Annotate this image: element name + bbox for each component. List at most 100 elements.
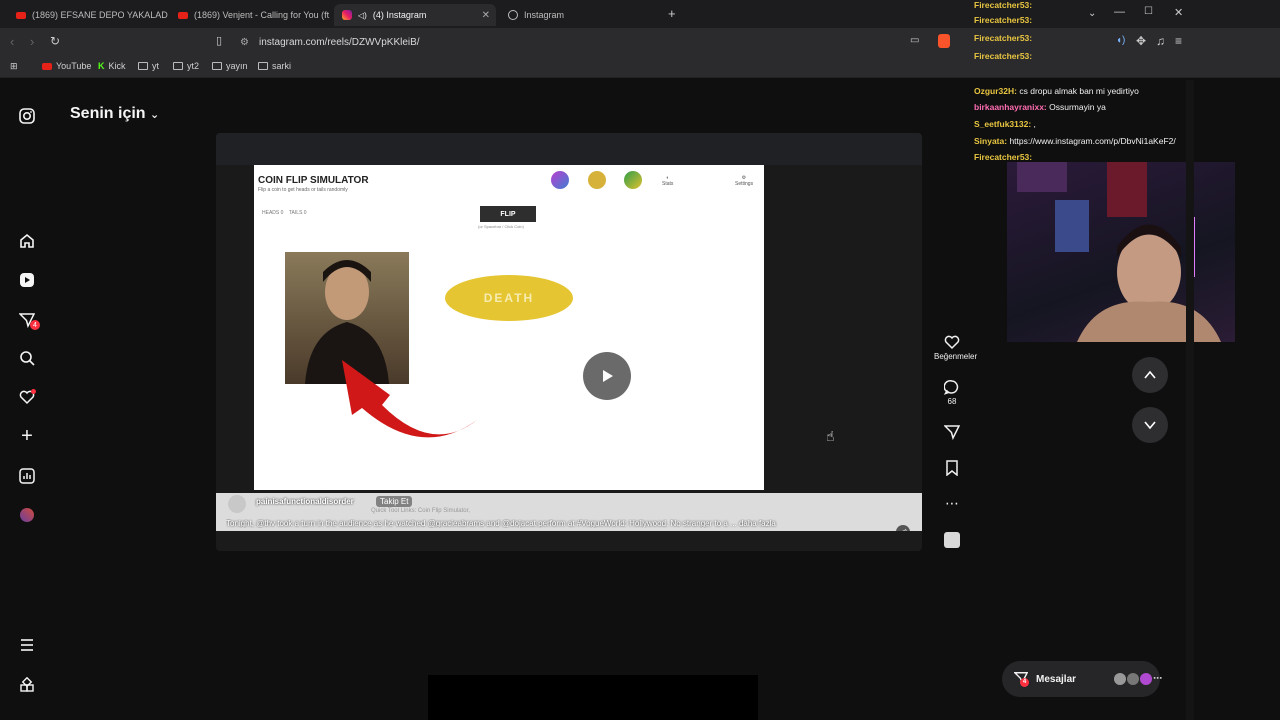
like-button[interactable]: Beğenmeler xyxy=(934,334,978,361)
media-icon[interactable]: ♫ xyxy=(1156,34,1165,48)
new-tab-button[interactable]: + xyxy=(668,6,676,21)
apps-icon[interactable]: ⊞ xyxy=(10,61,18,72)
heads-counter: HEADS 0 TAILS 0 xyxy=(262,210,307,216)
messages-badge: 4 xyxy=(1020,677,1029,687)
poster-avatar[interactable] xyxy=(228,495,246,513)
chat-line: S_eetfuk3132: , xyxy=(974,119,1036,129)
chat-scrollbar[interactable] xyxy=(1186,80,1194,720)
poster-username[interactable]: painisafunctionaldisorder xyxy=(256,497,354,506)
reload-icon[interactable]: ↻ xyxy=(50,34,60,48)
previous-reel-button[interactable] xyxy=(1132,357,1168,393)
reel-video-player[interactable]: COIN FLIP SIMULATOR Flip a coin to get h… xyxy=(216,133,922,551)
chat-username: Sinyata: xyxy=(974,136,1008,146)
audio-thumbnail[interactable] xyxy=(934,532,970,550)
coin-style-2-icon xyxy=(588,171,606,189)
bookmark-label: Kick xyxy=(108,61,126,71)
chat-username: Ozgur32H: xyxy=(974,86,1017,96)
messages-label: Mesajlar xyxy=(1036,673,1077,685)
bookmark-label: yayın xyxy=(226,61,248,71)
chat-message: cs dropu almak ban mi yedirtiyo xyxy=(1019,86,1139,96)
browser-menu-icon[interactable]: ≡ xyxy=(1175,34,1182,48)
kick-icon: K xyxy=(98,61,105,71)
more-options-icon[interactable]: ⋯ xyxy=(934,495,970,512)
chevron-down-icon: ⌄ xyxy=(150,109,160,121)
cast-icon[interactable]: ▭ xyxy=(910,35,919,46)
tab-youtube-2[interactable]: (1869) Venjent - Calling for You (ft. C xyxy=(170,4,330,26)
messages-icon: 4 xyxy=(1013,671,1029,688)
bookmark-folder-yt2[interactable]: yt2 xyxy=(173,61,199,71)
profile-avatar[interactable] xyxy=(18,506,36,524)
minimize-icon[interactable]: — xyxy=(1114,6,1125,18)
chat-line: Ozgur32H: cs dropu almak ban mi yedirtiy… xyxy=(974,86,1139,96)
instagram-icon xyxy=(342,10,352,20)
chat-line: Firecatcher53: xyxy=(974,0,1032,10)
bookmark-folder-sarki[interactable]: sarki xyxy=(258,61,291,71)
home-icon[interactable] xyxy=(18,232,36,250)
play-button[interactable] xyxy=(583,352,631,400)
heads-label: HEADS xyxy=(262,210,280,216)
more-apps-icon[interactable] xyxy=(18,676,36,694)
caption-text[interactable]: Tonight, @thv took a turn in the audienc… xyxy=(226,519,916,528)
bookmark-label: yt2 xyxy=(187,61,200,71)
coin-flip-simulator-screen: COIN FLIP SIMULATOR Flip a coin to get h… xyxy=(254,165,764,490)
bookmark-folder-yt[interactable]: yt xyxy=(138,61,159,71)
bookmark-kick[interactable]: K Kick xyxy=(98,61,126,71)
youtube-icon xyxy=(16,11,26,19)
comment-button[interactable]: 68 xyxy=(934,379,970,406)
stats-button: ◐ Stats xyxy=(662,175,674,187)
back-icon[interactable]: ‹ xyxy=(10,34,14,49)
create-plus-icon[interactable]: + xyxy=(18,425,36,447)
next-reel-button[interactable] xyxy=(1132,407,1168,443)
direct-messages-icon[interactable]: 4 xyxy=(18,311,40,330)
chat-line: Sinyata: https://www.instagram.com/p/Dbv… xyxy=(974,136,1176,146)
close-tab-icon[interactable]: ✕ xyxy=(482,10,490,21)
brave-shield-icon[interactable] xyxy=(938,34,950,48)
tab-search-icon[interactable]: ⌄ xyxy=(1088,8,1096,19)
speaker-icon: ◁) xyxy=(358,10,367,20)
caption-overlay: painisafunctionaldisorder Takip Et Quick… xyxy=(216,493,922,539)
extensions-icon[interactable]: ✥ xyxy=(1136,34,1146,48)
instagram-logo-icon[interactable] xyxy=(18,107,36,125)
save-button[interactable] xyxy=(934,460,970,478)
dashboard-icon[interactable] xyxy=(18,467,36,485)
site-settings-icon[interactable]: ⚙ xyxy=(240,37,249,48)
maximize-icon[interactable]: ☐ xyxy=(1144,6,1153,17)
chevron-down-icon xyxy=(1144,421,1156,430)
bookmark-icon[interactable]: ▯ xyxy=(216,34,222,47)
black-overlay-box xyxy=(428,675,758,720)
forward-icon[interactable]: › xyxy=(30,34,34,49)
menu-icon[interactable] xyxy=(18,636,36,654)
url-bar[interactable]: ⚙ instagram.com/reels/DZWVpKKleiB/ xyxy=(240,32,960,52)
search-icon[interactable] xyxy=(18,349,36,367)
like-label: Beğenmeler xyxy=(934,352,978,361)
bookmark-youtube[interactable]: YouTube xyxy=(42,61,91,71)
tab-instagram[interactable]: Instagram xyxy=(500,4,662,26)
chevron-up-icon xyxy=(1144,370,1156,379)
chat-username: S_eetfuk3132: xyxy=(974,119,1032,129)
youtube-icon xyxy=(178,11,188,19)
coin-style-3-icon xyxy=(624,171,642,189)
notifications-heart-icon[interactable] xyxy=(18,388,36,406)
tab-instagram-active[interactable]: ◁) (4) Instagram ✕ xyxy=(334,4,496,26)
chat-username: Firecatcher53: xyxy=(974,33,1033,43)
close-window-icon[interactable]: ✕ xyxy=(1174,6,1183,19)
tab-youtube-1[interactable]: (1869) EFSANE DEPO YAKALADIK / S xyxy=(8,4,168,26)
bookmark-folder-yayin[interactable]: yayın xyxy=(212,61,248,71)
embedded-taskbar xyxy=(216,531,922,551)
title-text: Senin için xyxy=(70,105,146,122)
follow-button[interactable]: Takip Et xyxy=(376,496,413,507)
streamer-webcam xyxy=(1007,162,1235,342)
messages-button[interactable]: 4 Mesajlar ⋯ xyxy=(1002,661,1162,697)
share-button[interactable] xyxy=(934,424,970,442)
chat-message: https://www.instagram.com/p/DbvNi1aKeF2/ xyxy=(1009,136,1176,146)
chat-message: , xyxy=(1033,119,1036,129)
page-title[interactable]: Senin için ⌄ xyxy=(70,105,159,123)
bookmark-label: yt xyxy=(152,61,160,71)
coin-style-1-icon xyxy=(551,171,569,189)
chat-username: Firecatcher53: xyxy=(974,15,1033,25)
sim-title: COIN FLIP SIMULATOR xyxy=(258,175,369,186)
reels-icon[interactable] xyxy=(18,271,36,289)
chat-line: birkaanhayranixx: Ossurmayin ya xyxy=(974,102,1106,112)
embedded-browser-bar xyxy=(216,133,922,165)
audio-icon[interactable]: ◖) xyxy=(1116,35,1125,46)
